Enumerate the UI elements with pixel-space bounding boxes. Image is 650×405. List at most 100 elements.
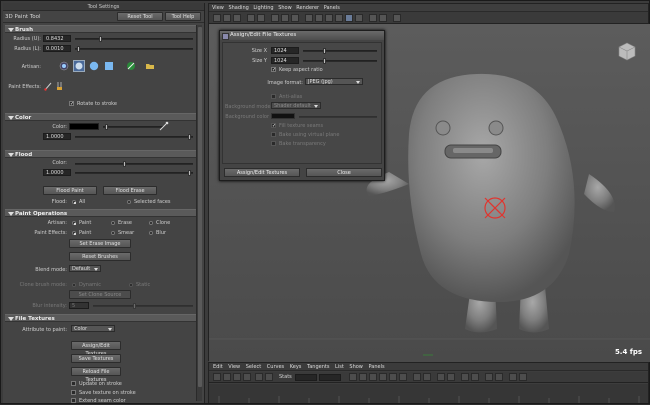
menu-shading[interactable]: Shading — [228, 4, 248, 12]
dialog-close-button[interactable]: Close — [306, 168, 382, 177]
bake-plane-checkbox[interactable] — [271, 132, 276, 137]
graph-menu-view[interactable]: View — [228, 363, 240, 371]
flood-section-header[interactable]: Flood — [5, 150, 199, 158]
lights-icon[interactable] — [345, 14, 353, 22]
camera-icon[interactable] — [213, 14, 221, 22]
spline-tangent-icon[interactable] — [349, 373, 357, 381]
tool-panel-scroll-thumb[interactable] — [198, 27, 202, 387]
background-mode-dropdown[interactable]: Shader default — [271, 102, 321, 109]
radius-l-knob[interactable] — [77, 46, 80, 52]
blend-mode-dropdown[interactable]: Default — [69, 265, 101, 272]
image-format-dropdown[interactable]: JPEG (jpg) — [305, 78, 363, 85]
op-clone-radio[interactable] — [149, 221, 153, 225]
lattice-icon[interactable] — [233, 373, 241, 381]
bookmark-icon[interactable] — [233, 14, 241, 22]
clone-static-radio[interactable] — [129, 283, 133, 287]
shadows-icon[interactable] — [355, 14, 363, 22]
normalize-icon[interactable] — [485, 373, 493, 381]
soft-brush-icon[interactable] — [59, 61, 69, 71]
reload-textures-button[interactable]: Reload File Textures — [71, 367, 121, 383]
menu-renderer[interactable]: Renderer — [296, 4, 319, 12]
paint-brush-icon[interactable] — [43, 81, 53, 91]
menu-panels[interactable]: Panels — [324, 4, 340, 12]
attribute-dropdown[interactable]: Color — [71, 325, 115, 332]
radius-l-slider[interactable] — [75, 46, 193, 52]
file-textures-section-header[interactable]: File Textures — [5, 314, 199, 322]
move-key-icon[interactable] — [213, 373, 221, 381]
radius-u-field[interactable]: 0.8432 — [43, 35, 71, 42]
paint-ops-section-header[interactable]: Paint Operations — [5, 209, 199, 217]
color-slider[interactable] — [103, 124, 163, 130]
square-brush-icon[interactable] — [104, 61, 114, 71]
keep-aspect-checkbox[interactable]: ✓ — [271, 67, 276, 73]
pe-blur-radio[interactable] — [149, 231, 153, 235]
fill-seams-checkbox[interactable]: ✓ — [271, 123, 276, 129]
pe-smear-radio[interactable] — [111, 231, 115, 235]
blur-intensity-knob[interactable] — [133, 303, 136, 309]
lock-weight-icon[interactable] — [447, 373, 455, 381]
gaussian-brush-icon[interactable] — [73, 60, 85, 72]
tool-panel-scrollbar[interactable] — [196, 25, 202, 401]
reset-brushes-button[interactable]: Reset Brushes — [69, 252, 131, 261]
flood-selected-radio[interactable] — [127, 200, 131, 204]
extend-seam-checkbox[interactable] — [71, 398, 76, 403]
region-icon[interactable] — [243, 373, 251, 381]
stats-field-2[interactable] — [319, 374, 341, 381]
bake-transparency-checkbox[interactable] — [271, 141, 276, 146]
menu-lighting[interactable]: Lighting — [253, 4, 273, 12]
size-x-knob[interactable] — [323, 48, 326, 54]
unify-tangent-icon[interactable] — [423, 373, 431, 381]
menu-show[interactable]: Show — [278, 4, 292, 12]
radius-u-slider[interactable] — [75, 36, 193, 42]
color-section-header[interactable]: Color — [5, 113, 199, 121]
flat-tangent-icon[interactable] — [379, 373, 387, 381]
tool-help-button[interactable]: Tool Help — [165, 12, 201, 21]
lock-camera-icon[interactable] — [223, 14, 231, 22]
update-on-stroke-checkbox[interactable] — [71, 381, 76, 386]
graph-timeline-area[interactable] — [209, 384, 648, 403]
flood-opacity-slider[interactable] — [75, 170, 193, 176]
image-plane-icon[interactable] — [247, 14, 255, 22]
graph-menu-keys[interactable]: Keys — [290, 363, 302, 371]
flood-paint-button[interactable]: Flood Paint — [43, 186, 97, 195]
pe-paint-radio[interactable] — [72, 231, 76, 235]
xray-icon[interactable] — [369, 14, 377, 22]
color-opacity-slider[interactable] — [75, 134, 193, 140]
grid-icon[interactable] — [257, 14, 265, 22]
color-opacity-knob[interactable] — [188, 134, 191, 140]
dialog-assign-button[interactable]: Assign/Edit Textures — [224, 168, 300, 177]
resolution-gate-icon[interactable] — [281, 14, 289, 22]
anti-alias-checkbox[interactable] — [271, 94, 276, 99]
flood-erase-button[interactable]: Flood Erase — [103, 186, 157, 195]
graph-menu-tangents[interactable]: Tangents — [307, 363, 329, 371]
isolate-select-icon[interactable] — [393, 14, 401, 22]
size-x-slider[interactable] — [303, 48, 377, 54]
size-y-knob[interactable] — [323, 58, 326, 64]
flood-opacity-knob[interactable] — [188, 170, 191, 176]
flood-color-slider[interactable] — [75, 161, 193, 167]
flood-opacity-field[interactable]: 1.0000 — [43, 169, 71, 176]
blur-intensity-field[interactable]: 5 — [69, 302, 89, 309]
graph-menu-edit[interactable]: Edit — [213, 363, 223, 371]
clamped-tangent-icon[interactable] — [359, 373, 367, 381]
clone-dynamic-radio[interactable] — [72, 283, 76, 287]
trax-icon[interactable] — [519, 373, 527, 381]
flood-color-knob[interactable] — [123, 161, 126, 167]
size-y-field[interactable]: 1024 — [271, 57, 299, 64]
frame-all-icon[interactable] — [255, 373, 263, 381]
op-erase-radio[interactable] — [111, 221, 115, 225]
assign-edit-textures-button[interactable]: Assign/Edit Textures — [71, 341, 121, 357]
break-tangent-icon[interactable] — [413, 373, 421, 381]
size-x-field[interactable]: 1024 — [271, 47, 299, 54]
film-gate-icon[interactable] — [271, 14, 279, 22]
textured-icon[interactable] — [335, 14, 343, 22]
linear-tangent-icon[interactable] — [369, 373, 377, 381]
set-clone-source-button[interactable]: Set Clone Source — [69, 290, 131, 299]
graph-menu-curves[interactable]: Curves — [267, 363, 284, 371]
set-erase-image-button[interactable]: Set Erase Image — [69, 239, 131, 248]
background-color-swatch[interactable] — [271, 113, 295, 119]
xray-joints-icon[interactable] — [379, 14, 387, 22]
rotate-to-stroke-checkbox[interactable]: ✓ — [69, 101, 74, 107]
wireframe-icon[interactable] — [305, 14, 313, 22]
op-paint-radio[interactable] — [72, 221, 76, 225]
